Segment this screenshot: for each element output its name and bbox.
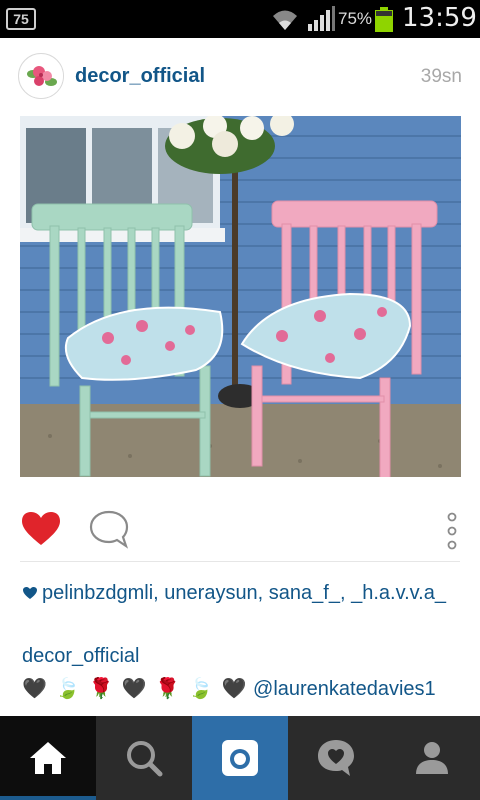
divider bbox=[20, 561, 460, 562]
battery-percent: 75% bbox=[338, 9, 373, 28]
caption: 🖤 🍃 🌹 🖤 🌹 🍃 🖤 @laurenkatedavies1 bbox=[22, 676, 436, 701]
caption-emojis: 🖤 🍃 🌹 🖤 🌹 🍃 🖤 bbox=[22, 676, 248, 700]
caption-username[interactable]: decor_official bbox=[22, 645, 139, 668]
likes-heart-icon bbox=[23, 587, 37, 599]
nav-search[interactable] bbox=[96, 716, 192, 800]
camera-icon bbox=[222, 740, 258, 776]
signal-icon bbox=[308, 6, 335, 31]
comment-icon[interactable] bbox=[88, 509, 130, 549]
nav-home[interactable] bbox=[0, 716, 96, 800]
home-icon bbox=[30, 742, 66, 774]
status-bar: 75 75% 13:59 bbox=[0, 0, 480, 38]
rose-logo-icon bbox=[20, 55, 63, 98]
post-username[interactable]: decor_official bbox=[75, 65, 205, 88]
bottom-nav bbox=[0, 716, 480, 800]
avatar[interactable] bbox=[18, 53, 64, 99]
chairs-photo bbox=[20, 116, 461, 477]
clock: 13:59 bbox=[402, 3, 477, 33]
nav-camera[interactable] bbox=[192, 716, 288, 800]
nav-profile[interactable] bbox=[384, 716, 480, 800]
nav-activity[interactable] bbox=[288, 716, 384, 800]
post-actions bbox=[0, 497, 480, 561]
wifi-icon bbox=[273, 10, 297, 30]
search-icon bbox=[127, 741, 163, 777]
post-timestamp: 39sn bbox=[420, 66, 462, 87]
post-header: decor_official 39sn bbox=[0, 38, 480, 116]
profile-icon bbox=[416, 742, 448, 774]
heart-icon[interactable] bbox=[20, 511, 62, 547]
likes-list[interactable]: pelinbzdgmli, uneraysun, sana_f_, _h.a.v… bbox=[22, 578, 452, 608]
notification-count: 75 bbox=[6, 8, 36, 30]
battery-icon bbox=[375, 7, 393, 32]
more-options-icon[interactable] bbox=[444, 511, 460, 551]
caption-mention[interactable]: @laurenkatedavies1 bbox=[253, 678, 436, 700]
likes-names: pelinbzdgmli, uneraysun, sana_f_, _h.a.v… bbox=[42, 582, 446, 604]
activity-heart-icon bbox=[318, 740, 354, 776]
post-photo[interactable] bbox=[20, 116, 461, 477]
